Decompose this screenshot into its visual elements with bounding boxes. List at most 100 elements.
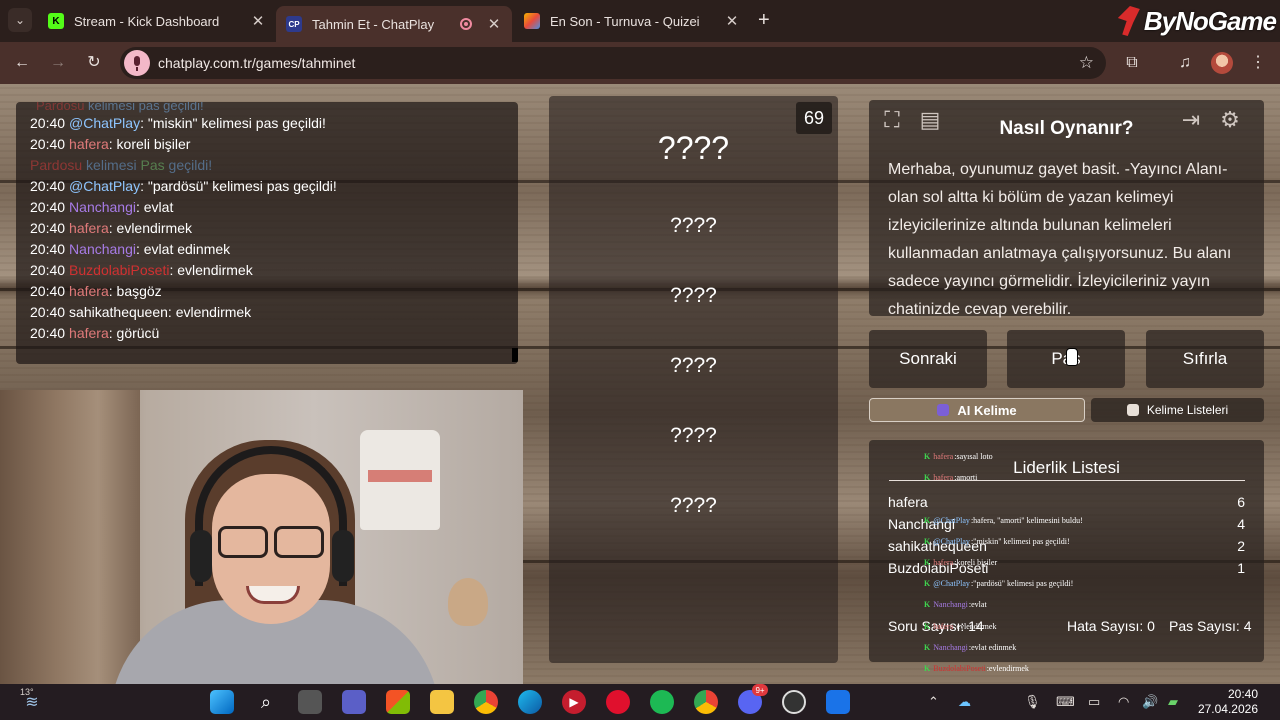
chat-username: BuzdolabiPoseti	[933, 663, 986, 673]
glasses	[218, 526, 324, 558]
tray-overflow-icon[interactable]: ⌃	[928, 694, 939, 710]
chat-timestamp: 20:40	[30, 115, 66, 131]
reload-icon[interactable]: ↻	[84, 53, 104, 73]
clock-time: 20:40	[1227, 687, 1258, 701]
chat-message: evlat edinmek	[971, 642, 1017, 652]
chat-faded-line: Pardosu kelimesi pas geçildi!	[36, 102, 204, 113]
edge-icon[interactable]	[518, 690, 542, 714]
headset-earcup	[332, 530, 354, 582]
display-icon[interactable]: ▭	[1088, 694, 1100, 710]
menu-kebab-icon[interactable]: ⋮	[1248, 53, 1268, 73]
clock-date: 27.04.2026	[1197, 702, 1258, 716]
next-button[interactable]: Sonraki	[869, 330, 987, 388]
windows-start-icon[interactable]	[210, 690, 234, 714]
close-icon[interactable]: ✕	[486, 15, 502, 33]
chat-username: Nanchangi	[69, 241, 136, 257]
close-icon[interactable]: ✕	[250, 12, 266, 30]
player-score: 6	[1237, 494, 1245, 510]
quizei-icon	[524, 13, 540, 29]
chat-username: @ChatPlay	[69, 178, 141, 194]
kick-icon: K	[48, 13, 64, 29]
forward-arrow-icon[interactable]: →	[48, 53, 68, 73]
brand-text: ByNoGame	[1143, 5, 1277, 36]
curtain	[0, 390, 140, 684]
overlay-chat-row: Khafera: evlendirmek	[924, 621, 997, 631]
chat-username: hafera	[69, 136, 109, 152]
media-controls-icon[interactable]: ♫	[1175, 53, 1195, 73]
chat-message: kelimesi pas geçildi!	[88, 102, 204, 113]
chat-message: : "miskin" kelimesi pas geçildi!	[140, 115, 326, 131]
tab-tahmin-et[interactable]: CP Tahmin Et - ChatPlay ✕	[276, 6, 512, 42]
overlay-chat-widget: Khafera: sayısal loto Khafera: amorti K @Chat…	[924, 446, 1124, 684]
chat-username: hafera	[933, 621, 954, 631]
kick-icon: K	[924, 642, 931, 652]
spotify-icon[interactable]	[650, 690, 674, 714]
pass-count: Pas Sayısı: 4	[1169, 618, 1252, 634]
tab-ai-word[interactable]: AI Kelime	[869, 398, 1085, 422]
chat-username: @ChatPlay	[933, 515, 970, 525]
tab-word-lists[interactable]: Kelime Listeleri	[1091, 398, 1264, 422]
kick-icon: K	[924, 663, 931, 673]
chat-timestamp: 20:40	[30, 283, 66, 299]
address-bar[interactable]: chatplay.com.tr/games/tahminet ☆	[120, 47, 1106, 79]
chat-message: : evlat edinmek	[135, 241, 231, 257]
tab-title: En Son - Turnuva - Quizei	[550, 13, 700, 29]
overlay-chat-row: K BuzdolabiPoseti: evlendirmek	[924, 663, 1029, 673]
keyboard-icon[interactable]: ⌨	[1056, 694, 1075, 710]
chat-message: koreli bişiler	[956, 558, 998, 568]
search-icon[interactable]: ⌕	[254, 690, 278, 714]
chat-timestamp: 20:40	[30, 136, 66, 152]
back-arrow-icon[interactable]: ←	[12, 53, 32, 73]
word-panel: 69 ???? ???? ???? ???? ???? ????	[549, 96, 838, 663]
chat-panel: Pardosu kelimesi pas geçildi! 20:40 @Chat…	[16, 102, 518, 364]
system-clock[interactable]: 20:40 27.04.2026	[1198, 687, 1258, 717]
chat-timestamp: 20:40	[30, 199, 66, 215]
onedrive-icon[interactable]: ☁	[958, 694, 971, 710]
tab-quizei[interactable]: En Son - Turnuva - Quizei ✕	[514, 6, 750, 36]
teams-icon[interactable]	[342, 690, 366, 714]
chrome-active-icon[interactable]	[694, 690, 718, 714]
volume-icon[interactable]: 🔊	[1142, 694, 1158, 710]
chat-username: hafera	[933, 452, 954, 462]
bookmark-star-icon[interactable]: ☆	[1079, 53, 1094, 73]
chat-message-row: 20:40 @ChatPlay: "miskin" kelimesi pas ge…	[30, 115, 337, 136]
chat-message-row: 20:40 sahikathequeen: evlendirmek	[30, 304, 337, 325]
network-app-icon[interactable]	[826, 690, 850, 714]
overlay-chat-row: K Nanchangi: evlat	[924, 600, 987, 610]
chat-message: "pardösü" kelimesi pas geçildi!	[973, 579, 1074, 589]
tab-kick-dashboard[interactable]: K Stream - Kick Dashboard ✕	[38, 6, 276, 36]
chatplay-icon: CP	[286, 16, 302, 32]
battery-icon[interactable]: ▰	[1168, 694, 1178, 710]
webcam-feed	[0, 390, 523, 684]
player-score: 4	[1237, 516, 1245, 532]
discord-badge: 9+	[752, 684, 768, 696]
chrome-icon[interactable]	[474, 690, 498, 714]
microphone-icon[interactable]	[124, 50, 150, 76]
chat-timestamp: 20:40	[30, 304, 66, 320]
media-player-icon[interactable]: ▶	[562, 690, 586, 714]
chat-message: : evlendirmek	[108, 220, 193, 236]
wifi-icon[interactable]: ◠	[1118, 694, 1129, 710]
task-view-icon[interactable]	[298, 690, 322, 714]
chat-username: hafera	[69, 220, 109, 236]
extensions-puzzle-icon[interactable]: ⧉	[1122, 53, 1142, 73]
file-explorer-icon[interactable]	[430, 690, 454, 714]
microphone-tray-icon[interactable]: 🎙	[1024, 694, 1041, 710]
jersey-on-wall	[360, 430, 440, 530]
how-to-play-text: Merhaba, oyunumuz gayet basit. -Yayıncı …	[888, 161, 1232, 318]
close-icon[interactable]: ✕	[724, 12, 740, 30]
reset-button[interactable]: Sıfırla	[1146, 330, 1264, 388]
overlay-chat-row	[924, 488, 1124, 509]
overlay-chat-row: K @ChatPlay: hafera, "amorti" kelimesini b…	[924, 515, 1083, 525]
obs-icon[interactable]	[782, 690, 806, 714]
profile-avatar[interactable]	[1211, 52, 1233, 74]
tab-search-button[interactable]: ⌄	[8, 8, 32, 32]
forbidden-word: ????	[670, 284, 717, 307]
player-score: 2	[1237, 538, 1245, 554]
chat-message-row: 20:40 Nanchangi: evlat edinmek	[30, 241, 337, 262]
kick-icon: K	[924, 536, 931, 546]
new-tab-button[interactable]: +	[758, 9, 770, 32]
store-icon[interactable]	[386, 690, 410, 714]
opera-icon[interactable]	[606, 690, 630, 714]
tab-title: Tahmin Et - ChatPlay	[312, 16, 435, 32]
